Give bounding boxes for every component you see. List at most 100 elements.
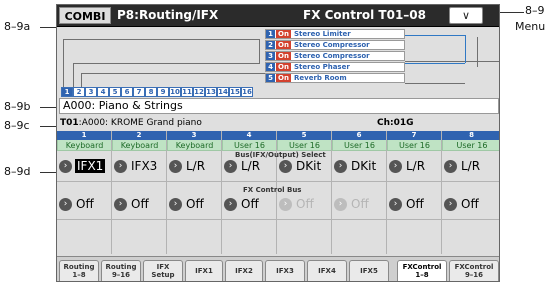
tab-ifx4[interactable]: IFX4 bbox=[307, 260, 347, 281]
tab-label: Routing bbox=[105, 263, 137, 271]
ifx-slot[interactable]: 4 On Stereo Phaser bbox=[265, 62, 405, 72]
fx-control-bus-value: Off bbox=[351, 197, 369, 211]
timbre-number: 4 bbox=[97, 87, 109, 97]
popup-arrow-icon[interactable]: › bbox=[114, 197, 127, 211]
bus-select[interactable]: › IFX3 bbox=[114, 157, 157, 175]
tab-label: IFX1 bbox=[195, 267, 213, 275]
ifx-name: Stereo Phaser bbox=[294, 63, 350, 71]
popup-arrow-icon[interactable]: › bbox=[224, 197, 237, 211]
ifx-slot[interactable]: 1 On Stereo Limiter bbox=[265, 29, 405, 39]
popup-arrow-icon[interactable]: › bbox=[169, 159, 182, 173]
bus-select[interactable]: › L/R bbox=[389, 157, 425, 175]
fx-control-bus-select[interactable]: › Off bbox=[224, 195, 259, 213]
page-menu-button[interactable]: ∨ bbox=[449, 7, 483, 24]
tab-label: Routing bbox=[63, 263, 95, 271]
tab-sublabel: 9–16 bbox=[464, 271, 484, 279]
timbre-column: 3 Keyboard › L/R › Off bbox=[167, 131, 222, 254]
tab-routing-9-16[interactable]: Routing 9–16 bbox=[101, 260, 141, 281]
fx-control-bus-value: Off bbox=[241, 197, 259, 211]
ifx-name: Stereo Compressor bbox=[294, 52, 370, 60]
timbre-number: 3 bbox=[85, 87, 97, 97]
tab-ifx3[interactable]: IFX3 bbox=[265, 260, 305, 281]
timbre-type: User 16 bbox=[277, 140, 331, 151]
fx-control-bus-select: › Off bbox=[279, 195, 314, 213]
column-number: 5 bbox=[277, 131, 331, 140]
timbre-number: 14 bbox=[217, 87, 229, 97]
annotation-8-9b: 8–9b bbox=[4, 100, 31, 113]
popup-arrow-icon[interactable]: › bbox=[334, 159, 347, 173]
timbre-number: 5 bbox=[109, 87, 121, 97]
popup-arrow-icon[interactable]: › bbox=[169, 197, 182, 211]
fx-control-bus-select[interactable]: › Off bbox=[114, 195, 149, 213]
ifx-slot[interactable]: 5 On Reverb Room bbox=[265, 73, 405, 83]
ifx-on-switch[interactable]: On bbox=[276, 41, 291, 49]
tab-label: FXControl bbox=[454, 263, 494, 271]
ifx-number: 1 bbox=[266, 30, 275, 38]
fx-control-bus-select[interactable]: › Off bbox=[444, 195, 479, 213]
routing-line bbox=[405, 61, 499, 62]
timbre-number: 1 bbox=[61, 87, 73, 97]
routing-line bbox=[477, 37, 478, 67]
fx-control-bus-value: Off bbox=[296, 197, 314, 211]
tab-ifx2[interactable]: IFX2 bbox=[225, 260, 263, 281]
popup-arrow-icon[interactable]: › bbox=[114, 159, 127, 173]
routing-line bbox=[81, 73, 82, 87]
bus-select[interactable]: › L/R bbox=[224, 157, 260, 175]
popup-arrow-icon: › bbox=[334, 197, 347, 211]
popup-arrow-icon[interactable]: › bbox=[389, 159, 402, 173]
ifx-on-switch[interactable]: On bbox=[276, 74, 291, 82]
fx-control-title: FX Control T01–08 bbox=[303, 8, 426, 22]
popup-arrow-icon[interactable]: › bbox=[59, 159, 72, 173]
tab-ifx1[interactable]: IFX1 bbox=[185, 260, 223, 281]
popup-arrow-icon[interactable]: › bbox=[444, 159, 457, 173]
ifx-on-switch[interactable]: On bbox=[276, 30, 291, 38]
fx-control-bus-value: Off bbox=[186, 197, 204, 211]
timbre-number: 15 bbox=[229, 87, 241, 97]
tab-fxcontrol-1-8[interactable]: FXControl 1–8 bbox=[397, 260, 447, 281]
fx-control-bus-select[interactable]: › Off bbox=[59, 195, 94, 213]
lcd-screen: COMBI P8:Routing/IFX FX Control T01–08 ∨… bbox=[56, 4, 500, 282]
ifx-name: Reverb Room bbox=[294, 74, 347, 82]
ifx-slot[interactable]: 2 On Stereo Compressor bbox=[265, 40, 405, 50]
annotation-8-9c: 8–9c bbox=[4, 119, 30, 132]
header-bar: COMBI P8:Routing/IFX FX Control T01–08 ∨ bbox=[57, 5, 499, 27]
ifx-on-switch[interactable]: On bbox=[276, 52, 291, 60]
timbre-column: 8 User 16 › L/R › Off bbox=[442, 131, 499, 254]
bus-select-value: L/R bbox=[241, 159, 261, 173]
tab-label: IFX4 bbox=[318, 267, 336, 275]
column-number: 1 bbox=[57, 131, 111, 140]
popup-arrow-icon[interactable]: › bbox=[224, 159, 237, 173]
timbre-type: Keyboard bbox=[167, 140, 221, 151]
bus-select[interactable]: › L/R bbox=[169, 157, 205, 175]
bus-select[interactable]: › DKit bbox=[334, 157, 376, 175]
popup-arrow-icon[interactable]: › bbox=[444, 197, 457, 211]
popup-arrow-icon: › bbox=[279, 197, 292, 211]
ifx-on-switch[interactable]: On bbox=[276, 63, 291, 71]
combination-name[interactable]: A000: Piano & Strings bbox=[59, 98, 499, 114]
fx-control-bus-select[interactable]: › Off bbox=[389, 195, 424, 213]
timbre-column: 1 Keyboard › IFX1 › Off bbox=[57, 131, 112, 254]
tab-routing-1-8[interactable]: Routing 1–8 bbox=[59, 260, 99, 281]
ifx-name: Stereo Limiter bbox=[294, 30, 351, 38]
bus-select[interactable]: › IFX1 bbox=[59, 157, 106, 175]
bus-select-value: IFX3 bbox=[131, 159, 158, 173]
popup-arrow-icon[interactable]: › bbox=[279, 159, 292, 173]
tab-label: FXControl bbox=[402, 263, 442, 271]
routing-line bbox=[63, 39, 64, 87]
timbre-column: 6 User 16 › DKit › Off bbox=[332, 131, 387, 254]
routing-line bbox=[63, 39, 259, 40]
fx-control-bus-select[interactable]: › Off bbox=[169, 195, 204, 213]
bus-select[interactable]: › DKit bbox=[279, 157, 321, 175]
tab-fxcontrol-9-16[interactable]: FXControl 9–16 bbox=[449, 260, 499, 281]
timbre-channel: Ch:01G bbox=[377, 118, 414, 128]
column-number: 3 bbox=[167, 131, 221, 140]
ifx-number: 3 bbox=[266, 52, 275, 60]
popup-arrow-icon[interactable]: › bbox=[59, 197, 72, 211]
bus-select[interactable]: › L/R bbox=[444, 157, 480, 175]
ifx-slot[interactable]: 3 On Stereo Compressor bbox=[265, 51, 405, 61]
routing-line bbox=[73, 63, 259, 64]
tab-ifx5[interactable]: IFX5 bbox=[349, 260, 389, 281]
popup-arrow-icon[interactable]: › bbox=[389, 197, 402, 211]
tab-ifx-setup[interactable]: IFX Setup bbox=[143, 260, 183, 281]
timbre-column: 2 Keyboard › IFX3 › Off bbox=[112, 131, 167, 254]
